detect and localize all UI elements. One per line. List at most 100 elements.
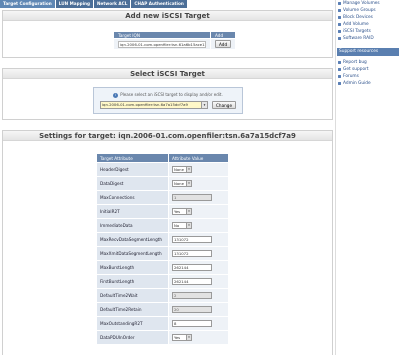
attr-name-maxconnections: MaxConnections: [96, 190, 169, 205]
attr-value-cell: 131072: [168, 246, 229, 261]
settings-row: DataDigest None ▾: [96, 176, 229, 191]
settings-row: DataPDUInOrder Yes ▾: [96, 330, 229, 345]
support-title: Support resources: [337, 48, 399, 56]
settings-row: MaxRecvDataSegmentLength 131072: [96, 232, 229, 247]
sidebar-item-label: Software RAID: [343, 36, 374, 41]
select-target-panel: Select iSCSI Target i Please select an iS…: [2, 68, 333, 120]
iqn-cell: iqn.2006-01.com.openfiler:tsn.61a6b15ace…: [113, 38, 211, 50]
settings-row: MaxOutstandingR2T 8: [96, 316, 229, 331]
attr-name-datadigest: DataDigest: [96, 176, 169, 191]
col-target-attribute: Target Attribute: [96, 153, 169, 163]
tab-network-acl[interactable]: Network ACL: [94, 0, 131, 8]
maxxmitdatasegmentlength-input[interactable]: 131072: [172, 250, 212, 257]
datadigest-select[interactable]: None ▾: [172, 180, 192, 187]
settings-row: HeaderDigest None ▾: [96, 162, 229, 177]
attr-name-defaulttime2retain: DefaultTime2Retain: [96, 302, 169, 317]
bullet-icon: [338, 2, 341, 5]
add-cell: Add: [209, 38, 237, 50]
sidebar-item-software-raid[interactable]: Software RAID: [338, 35, 398, 42]
sidebar-item-label: Report bug: [343, 60, 367, 65]
select-target-box: i Please select an iSCSI target to displa…: [93, 87, 243, 114]
sidebar-item-block-devices[interactable]: Block Devices: [338, 14, 398, 21]
settings-row: MaxBurstLength 262144: [96, 260, 229, 275]
sidebar-item-add-volume[interactable]: Add Volume: [338, 21, 398, 28]
col-attribute-value: Attribute Value: [168, 153, 229, 163]
select-target-message: i Please select an iSCSI target to displa…: [94, 92, 242, 98]
settings-table: Target Attribute Attribute Value HeaderD…: [96, 153, 229, 345]
chevron-down-icon: ▾: [201, 102, 207, 108]
target-iqn-input[interactable]: iqn.2006-01.com.openfiler:tsn.61a6b15ace…: [118, 40, 206, 48]
add-button[interactable]: Add: [215, 40, 232, 48]
tab-chap-authentication[interactable]: CHAP Authentication: [131, 0, 187, 8]
chevron-down-icon: ▾: [186, 335, 191, 340]
chevron-down-icon: ▾: [186, 181, 191, 186]
tab-lun-mapping[interactable]: LUN Mapping: [55, 0, 94, 8]
bullet-icon: [338, 30, 341, 33]
headerdigest-select[interactable]: None ▾: [172, 166, 192, 173]
sidebar-item-get-support[interactable]: Get support: [338, 66, 398, 73]
maxconnections-input: 1: [172, 194, 212, 201]
bullet-icon: [338, 16, 341, 19]
attr-name-immediatedata: ImmediateData: [96, 218, 169, 233]
chevron-down-icon: ▾: [186, 223, 191, 228]
attr-name-headerdigest: HeaderDigest: [96, 162, 169, 177]
add-target-table: Target IQN Add iqn.2006-01.com.openfiler…: [113, 31, 237, 50]
select-value: None: [174, 181, 184, 186]
select-value: Yes: [174, 335, 181, 340]
maxoutstandingr2t-input[interactable]: 8: [172, 320, 212, 327]
select-target-title: Select iSCSI Target: [3, 69, 332, 79]
settings-row: FirstBurstLength 262144: [96, 274, 229, 289]
attr-value-cell: 8: [168, 316, 229, 331]
add-target-title: Add new iSCSI Target: [3, 11, 332, 21]
sidebar-links: Manage Volumes Volume Groups Block Devices…: [336, 0, 400, 42]
attr-value-cell: Yes ▾: [168, 330, 229, 345]
select-value: No: [174, 223, 180, 228]
sidebar-item-admin-guide[interactable]: Admin Guide: [338, 80, 398, 87]
sidebar-item-iscsi-targets[interactable]: iSCSI Targets: [338, 28, 398, 35]
chevron-down-icon: ▾: [186, 209, 191, 214]
initialr2t-select[interactable]: Yes ▾: [172, 208, 192, 215]
settings-row: DefaultTime2Retain 20: [96, 302, 229, 317]
attr-value-cell: 262144: [168, 274, 229, 289]
attr-value-cell: 20: [168, 302, 229, 317]
bullet-icon: [338, 68, 341, 71]
sidebar-item-forums[interactable]: Forums: [338, 73, 398, 80]
sidebar-item-label: Add Volume: [343, 22, 369, 27]
bullet-icon: [338, 37, 341, 40]
change-button[interactable]: Change: [212, 101, 237, 109]
tab-bar: Target Configuration LUN Mapping Network…: [0, 0, 335, 8]
defaulttime2retain-input: 20: [172, 306, 212, 313]
select-value: Yes: [174, 209, 181, 214]
attr-value-cell: 1: [168, 190, 229, 205]
sidebar-item-manage-volumes[interactable]: Manage Volumes: [338, 0, 398, 7]
sidebar-item-volume-groups[interactable]: Volume Groups: [338, 7, 398, 14]
immediatedata-select[interactable]: No ▾: [172, 222, 192, 229]
attr-name-maxrecvdatasegmentlength: MaxRecvDataSegmentLength: [96, 232, 169, 247]
firstburstlength-input[interactable]: 262144: [172, 278, 212, 285]
target-select[interactable]: iqn.2006-01.com.openfiler:tsn.6a7a15dcf7…: [100, 101, 208, 109]
attr-value-cell: 2: [168, 288, 229, 303]
attr-value-cell: 262144: [168, 260, 229, 275]
attr-value-cell: None ▾: [168, 162, 229, 177]
maxrecvdatasegmentlength-input[interactable]: 131072: [172, 236, 212, 243]
select-value: None: [174, 167, 184, 172]
col-target-iqn: Target IQN: [113, 31, 211, 39]
tab-target-configuration[interactable]: Target Configuration: [0, 0, 55, 8]
info-icon: i: [113, 92, 119, 98]
chevron-down-icon: ▾: [186, 167, 191, 172]
datapduinorder-select[interactable]: Yes ▾: [172, 334, 192, 341]
settings-row: DefaultTime2Wait 2: [96, 288, 229, 303]
sidebar-item-label: Admin Guide: [343, 81, 371, 86]
attr-name-defaulttime2wait: DefaultTime2Wait: [96, 288, 169, 303]
attr-value-cell: Yes ▾: [168, 204, 229, 219]
settings-title: Settings for target: iqn.2006-01.com.ope…: [3, 131, 332, 141]
sidebar-item-label: Forums: [343, 74, 359, 79]
main-content: Add new iSCSI Target Target IQN Add iqn.…: [0, 8, 335, 355]
sidebar-item-report-bug[interactable]: Report bug: [338, 59, 398, 66]
attr-name-initialr2t: InitialR2T: [96, 204, 169, 219]
maxburstlength-input[interactable]: 262144: [172, 264, 212, 271]
bullet-icon: [338, 9, 341, 12]
attr-name-maxoutstandingr2t: MaxOutstandingR2T: [96, 316, 169, 331]
settings-panel: Settings for target: iqn.2006-01.com.ope…: [2, 130, 333, 355]
bullet-icon: [338, 61, 341, 64]
